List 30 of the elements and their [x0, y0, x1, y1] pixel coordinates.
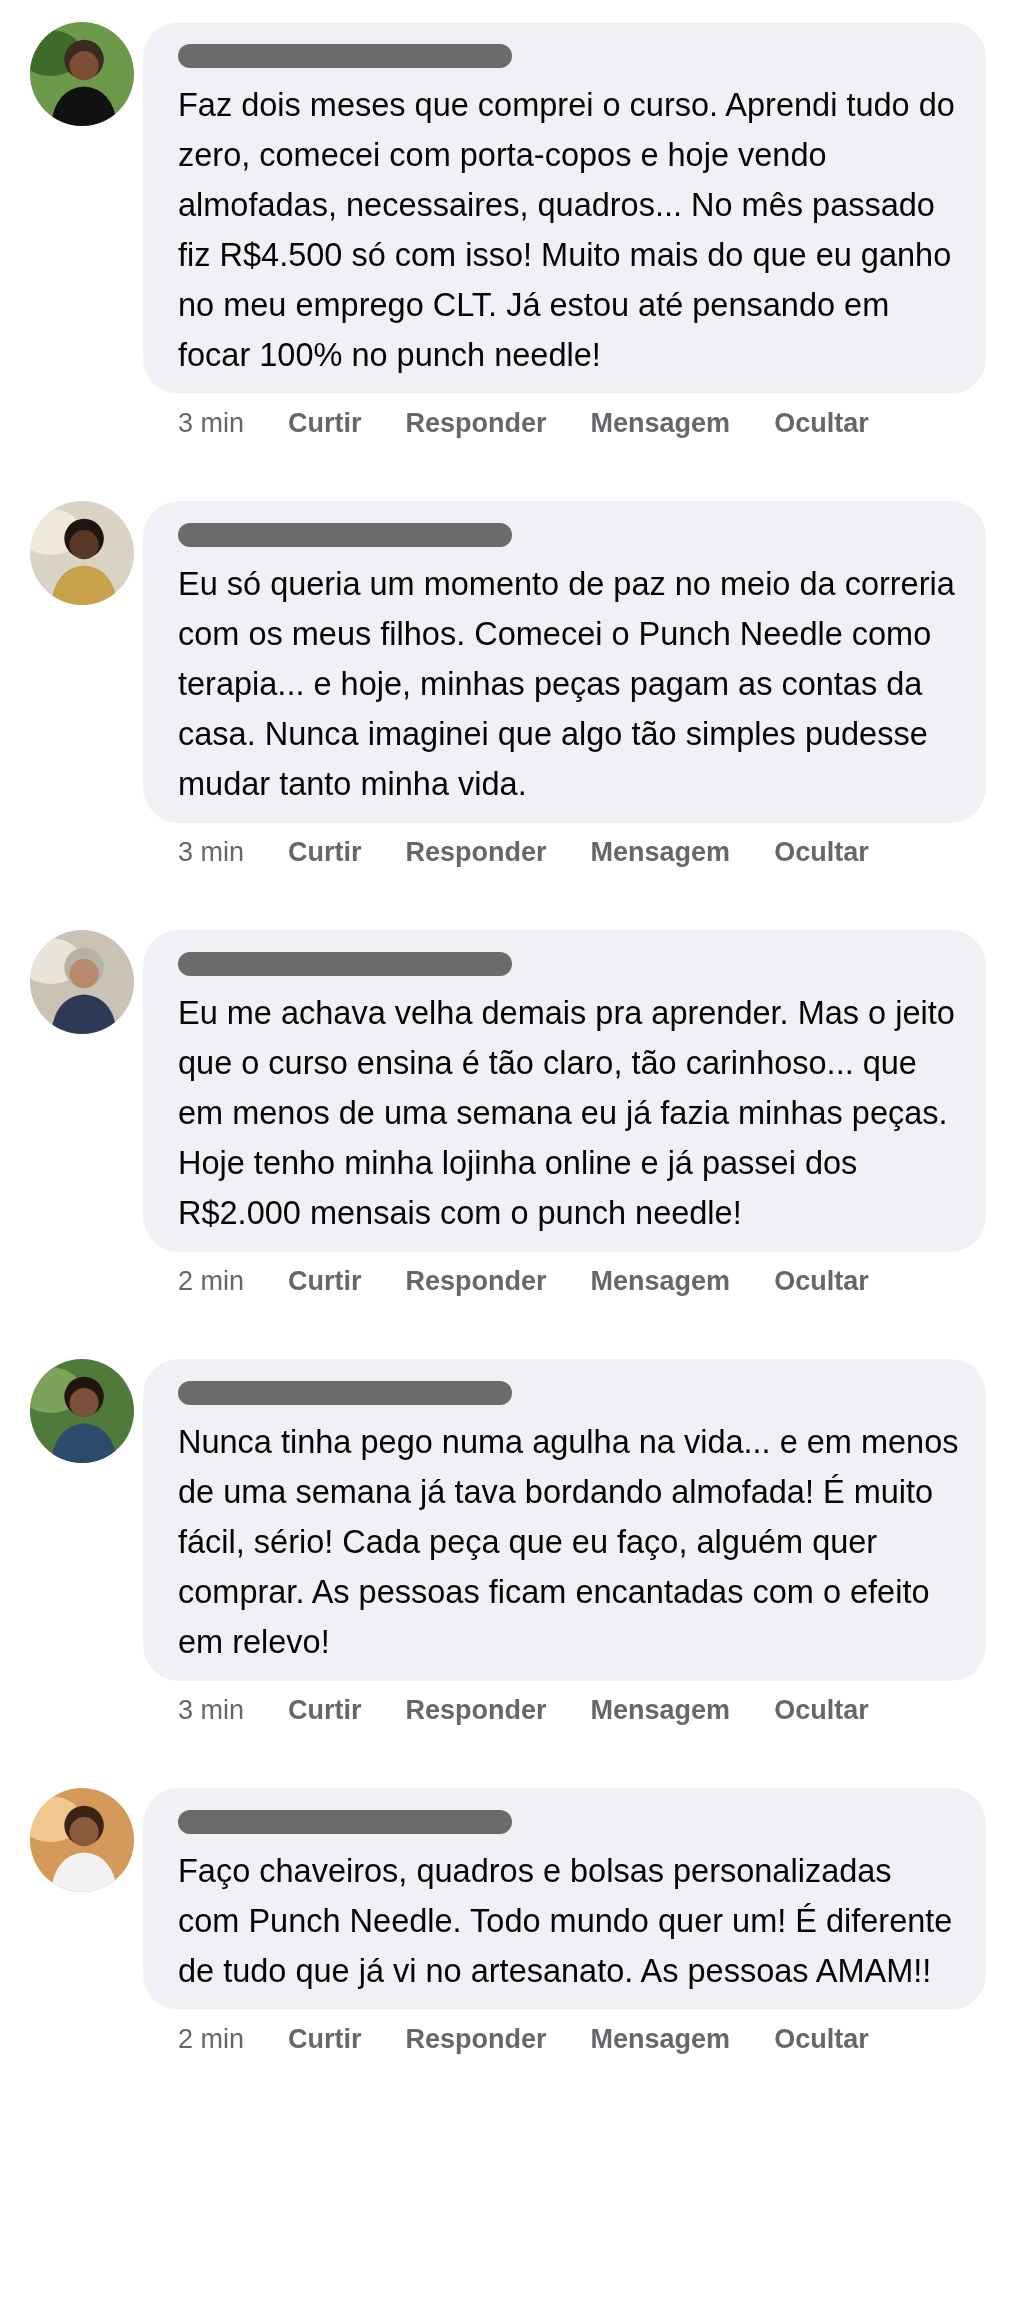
action-link[interactable]: Mensagem	[590, 408, 731, 439]
action-link[interactable]: Ocultar	[774, 837, 869, 868]
action-link[interactable]: Mensagem	[590, 2024, 731, 2055]
comment-text: Eu me achava velha demais pra aprender. Mas o jeito que o curso ensina é tão claro, tão carinhoso... que em menos de uma semana eu já fazia minhas peças. Hoje tenho minha lojinha online e já passei dos R$2.000 mensais com o punch needle!	[178, 994, 956, 1233]
comment-time: 2 min	[178, 2024, 245, 2055]
comment-text: Eu só queria um momento de paz no meio da correria com os meus filhos. Comecei o Punch Needle como terapia... e hoje, minhas peças pagam as contas da casa. Nunca imaginei que algo tão simples pudesse mudar tanto minha vida.	[178, 565, 956, 804]
comment-time: 2 min	[178, 1266, 245, 1297]
action-link[interactable]: Responder	[405, 837, 547, 868]
action-link[interactable]: Responder	[405, 2024, 547, 2055]
comment-text: Faz dois meses que comprei o curso. Aprendi tudo do zero, comecei com porta-copos e hoje vendo almofadas, necessaires, quadros... No mês passado fiz R$4.500 só com isso! Muito mais do que eu ganho no meu emprego CLT. Já estou até pensando em focar 100% no punch needle!	[178, 86, 956, 375]
action-link[interactable]: Ocultar	[774, 408, 869, 439]
action-link[interactable]: Responder	[405, 408, 547, 439]
action-link[interactable]: Curtir	[288, 408, 362, 439]
action-link[interactable]: Mensagem	[590, 1266, 731, 1297]
action-link[interactable]: Curtir	[288, 837, 362, 868]
comment-time: 3 min	[178, 408, 245, 439]
action-link[interactable]: Curtir	[288, 1266, 362, 1297]
action-link[interactable]: Ocultar	[774, 1695, 869, 1726]
comment-text: Nunca tinha pego numa agulha na vida... e em menos de uma semana já tava bordando almofada! É muito fácil, sério! Cada peça que eu faço, alguém quer comprar. As pessoas ficam encantadas com o efeito em relevo!	[178, 1423, 960, 1662]
action-link[interactable]: Curtir	[288, 1695, 362, 1726]
comment-time: 3 min	[178, 837, 245, 868]
action-link[interactable]: Ocultar	[774, 1266, 869, 1297]
action-link[interactable]: Mensagem	[590, 837, 731, 868]
action-link[interactable]: Ocultar	[774, 2024, 869, 2055]
action-link[interactable]: Responder	[405, 1695, 547, 1726]
comment-text: Faço chaveiros, quadros e bolsas personalizadas com Punch Needle. Todo mundo quer um! É diferente de tudo que já vi no artesanato. As pessoas AMAM!!	[178, 1852, 954, 1991]
comment-time: 3 min	[178, 1695, 245, 1726]
action-link[interactable]: Mensagem	[590, 1695, 731, 1726]
action-link[interactable]: Responder	[405, 1266, 547, 1297]
action-link[interactable]: Curtir	[288, 2024, 362, 2055]
